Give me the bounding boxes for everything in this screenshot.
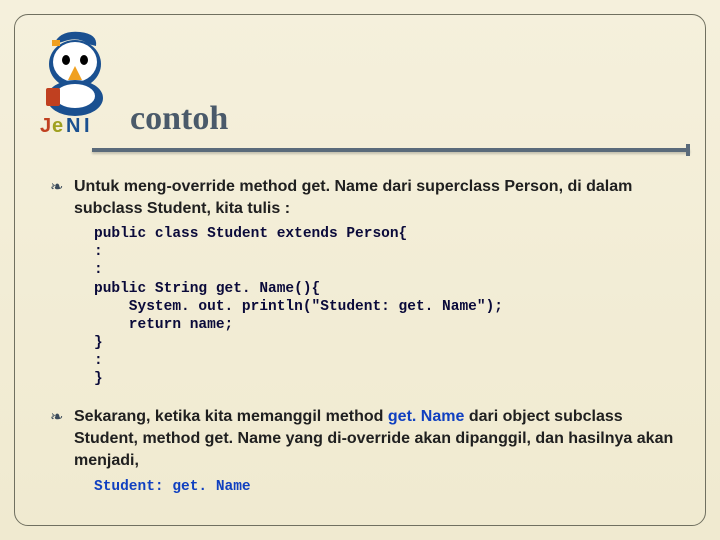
bullet-item: ❧ Untuk meng-override method get. Name d… [50,176,680,219]
svg-text:e: e [52,115,63,137]
bullet-text-prefix: Sekarang, ketika kita memanggil method [74,408,388,425]
bullet-glyph-icon: ❧ [50,176,74,197]
svg-text:J: J [40,115,51,137]
svg-text:I: I [84,115,90,137]
bullet-item: ❧ Sekarang, ketika kita memanggil method… [50,406,680,471]
code-block: public class Student extends Person{ : :… [94,225,680,388]
bullet-text-highlight: get. Name [388,408,469,425]
output-block: Student: get. Name [94,479,680,495]
slide-title: contoh [130,100,228,138]
svg-text:N: N [66,115,80,137]
jeni-logo: J e N I [30,24,120,144]
title-underline [92,148,690,152]
bullet-glyph-icon: ❧ [50,406,74,427]
slide-content: ❧ Untuk meng-override method get. Name d… [50,176,680,495]
bullet-text: Sekarang, ketika kita memanggil method g… [74,406,680,471]
bullet-text: Untuk meng-override method get. Name dar… [74,176,680,219]
